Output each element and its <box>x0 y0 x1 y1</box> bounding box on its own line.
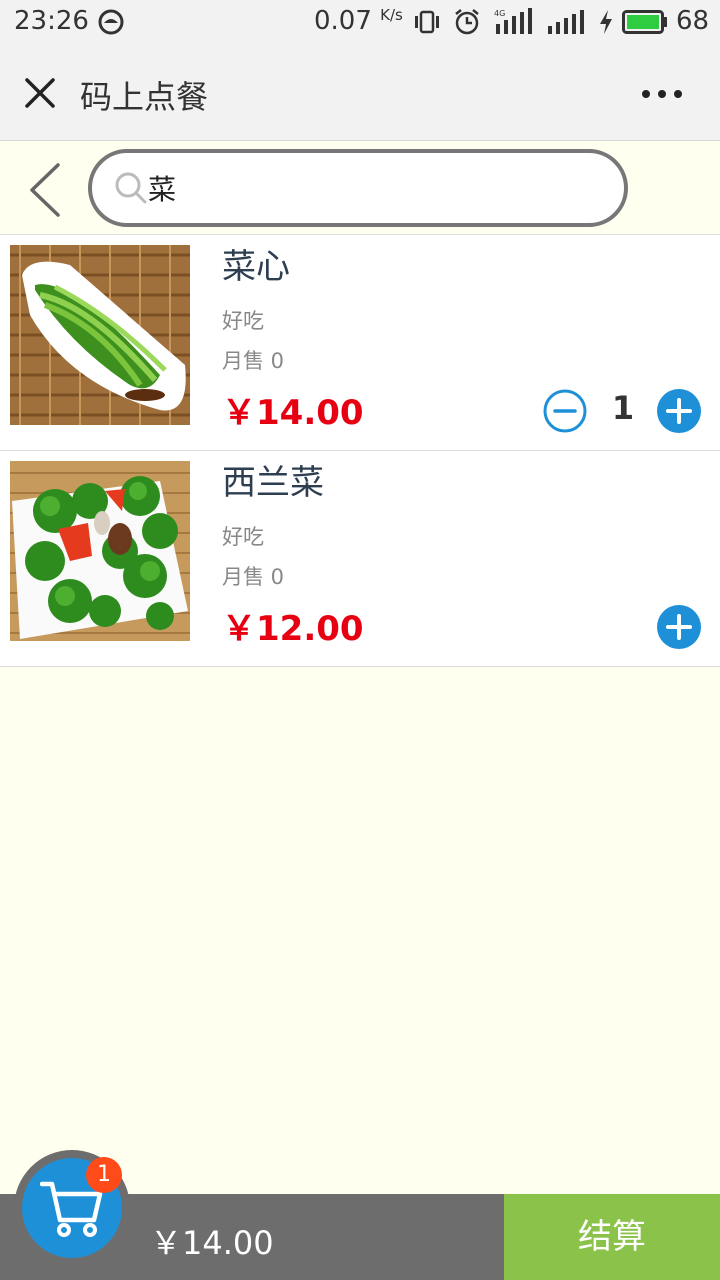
dish-description: 好吃 <box>222 525 264 549</box>
dish-monthly-sales: 月售 0 <box>222 349 285 373</box>
dish-description: 好吃 <box>222 309 264 333</box>
page-title: 码上点餐 <box>80 78 209 116</box>
search-box[interactable] <box>88 149 628 227</box>
dish-name: 西兰菜 <box>222 463 324 503</box>
choy-sum-photo <box>10 245 190 425</box>
close-icon[interactable] <box>24 77 56 109</box>
dish-quantity: 1 <box>611 389 635 427</box>
dish-price: ￥12.00 <box>222 609 364 649</box>
dish-monthly-sales: 月售 0 <box>222 565 285 589</box>
vibrate-icon <box>415 10 439 34</box>
signal-icon <box>548 10 584 34</box>
checkout-button[interactable]: 结算 <box>504 1194 720 1280</box>
increase-quantity-button[interactable] <box>656 388 702 434</box>
dish-list: 菜心 好吃 月售 0 ￥14.00 1 西兰菜 好吃 月售 0 ￥12.00 <box>0 235 720 667</box>
status-time: 23:26 <box>14 6 89 36</box>
back-chevron-icon[interactable] <box>26 161 64 219</box>
dish-name: 菜心 <box>222 247 290 287</box>
alarm-icon <box>455 9 479 35</box>
status-bar: 23:26 0.07 K/s 4G 68 <box>0 0 720 44</box>
more-options-icon[interactable] <box>640 88 684 100</box>
battery-icon <box>622 10 667 34</box>
signal-4g-icon: 4G <box>494 8 532 34</box>
battery-level: 68 <box>676 6 710 36</box>
title-bar: 码上点餐 <box>0 44 720 141</box>
search-bar <box>0 141 720 235</box>
search-input[interactable] <box>148 165 588 211</box>
network-speed-value: 0.07 <box>314 6 372 36</box>
increase-quantity-button[interactable] <box>656 604 702 650</box>
decrease-quantity-button[interactable] <box>542 388 588 434</box>
cart-count-badge: 1 <box>86 1157 122 1193</box>
broccoli-photo <box>10 461 190 641</box>
dish-item[interactable]: 西兰菜 好吃 月售 0 ￥12.00 <box>0 450 720 667</box>
charging-icon <box>600 10 612 34</box>
network-speed-unit: K/s <box>380 6 403 24</box>
notification-app-icon <box>98 9 124 35</box>
search-icon <box>115 172 147 204</box>
cart-total: ￥14.00 <box>150 1224 274 1262</box>
svg-text:4G: 4G <box>494 9 505 18</box>
network-speed: 0.07 K/s <box>314 6 403 36</box>
dish-item[interactable]: 菜心 好吃 月售 0 ￥14.00 1 <box>0 235 720 450</box>
dish-price: ￥14.00 <box>222 393 364 433</box>
